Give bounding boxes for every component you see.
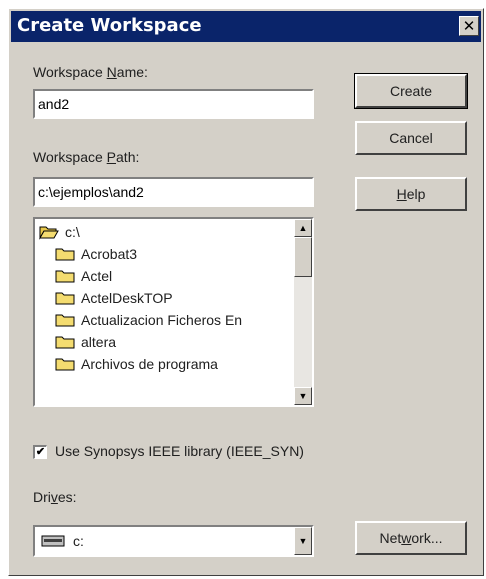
tree-item[interactable]: Actualizacion Ficheros En <box>55 309 242 331</box>
arrow-down-icon: ▼ <box>298 391 308 401</box>
scroll-up-button[interactable]: ▲ <box>294 219 312 237</box>
drives-label: Drives: <box>33 489 77 505</box>
folder-icon <box>55 292 75 305</box>
folder-icon <box>55 358 75 371</box>
drives-select[interactable]: c: ▼ <box>33 525 314 557</box>
tree-item[interactable]: altera <box>55 331 116 353</box>
tree-item[interactable]: Archivos de programa <box>55 353 218 375</box>
tree-item[interactable]: Acrobat3 <box>55 243 137 265</box>
tree-item[interactable]: ActelDeskTOP <box>55 287 173 309</box>
title-bar: Create Workspace ✕ <box>11 11 481 42</box>
drives-selected-value: c: <box>41 533 84 549</box>
create-workspace-dialog: Create Workspace ✕ Workspace Name: Works… <box>8 8 484 576</box>
workspace-name-input[interactable] <box>33 89 314 119</box>
tree-scrollbar[interactable]: ▲ ▼ <box>294 219 312 405</box>
drives-dropdown-button[interactable]: ▼ <box>294 527 312 555</box>
drive-icon <box>41 535 65 547</box>
folder-icon <box>55 270 75 283</box>
ieee-library-checkbox[interactable]: ✔ <box>33 445 47 459</box>
dialog-title: Create Workspace <box>17 15 202 36</box>
workspace-path-input[interactable] <box>33 177 314 207</box>
directory-tree[interactable]: c:\ Acrobat3 Actel ActelDeskTOP Actualiz… <box>33 217 314 407</box>
create-button[interactable]: Create <box>354 73 468 109</box>
workspace-name-label: Workspace Name: <box>33 64 148 80</box>
ieee-library-label: Use Synopsys IEEE library (IEEE_SYN) <box>55 443 304 459</box>
help-button[interactable]: Help <box>355 177 467 211</box>
close-icon: ✕ <box>462 17 476 35</box>
close-button[interactable]: ✕ <box>459 16 479 36</box>
tree-root-item[interactable]: c:\ <box>39 221 80 243</box>
cancel-button[interactable]: Cancel <box>355 121 467 155</box>
tree-item[interactable]: Actel <box>55 265 112 287</box>
chevron-down-icon: ▼ <box>298 536 308 546</box>
workspace-path-label: Workspace Path: <box>33 149 140 165</box>
open-folder-icon <box>39 226 59 240</box>
network-button[interactable]: Net w ork... <box>355 521 467 555</box>
checkmark-icon: ✔ <box>35 446 46 458</box>
folder-icon <box>55 314 75 327</box>
folder-icon <box>55 248 75 261</box>
scroll-down-button[interactable]: ▼ <box>294 387 312 405</box>
scroll-thumb[interactable] <box>294 237 312 277</box>
folder-icon <box>55 336 75 349</box>
arrow-up-icon: ▲ <box>298 223 308 233</box>
